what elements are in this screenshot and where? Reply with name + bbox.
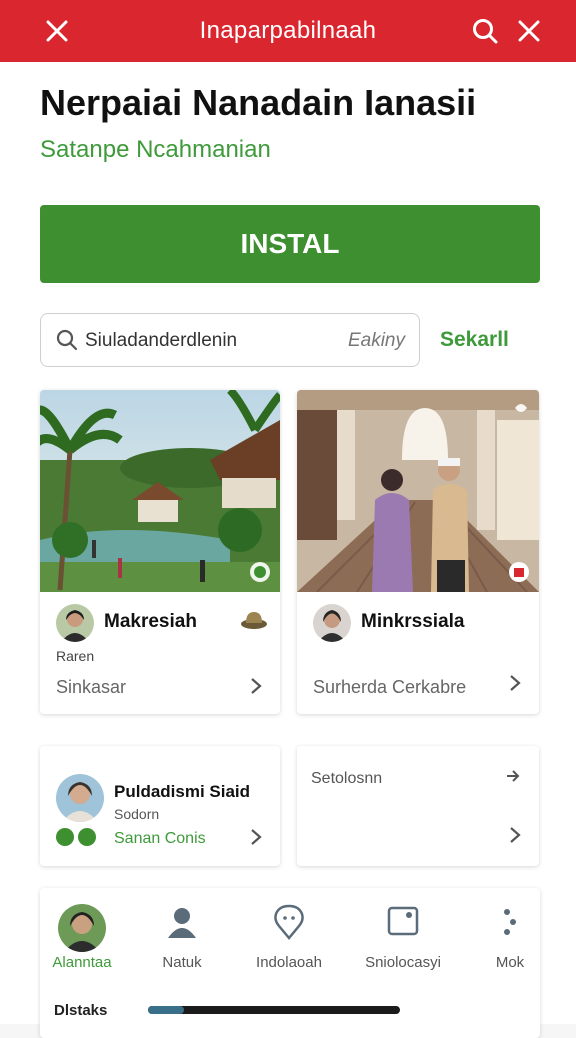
see-all-link[interactable]: Sekarll xyxy=(440,328,509,352)
profile-subtitle: Sodorn xyxy=(114,806,160,822)
avatar xyxy=(56,774,104,822)
avatar-icon xyxy=(58,904,106,952)
search-value: Siuladanderdlenin xyxy=(85,330,238,351)
status-dot xyxy=(56,828,74,846)
search-input[interactable]: Siuladanderdlenin Eakiny xyxy=(40,313,420,367)
arrow-right-icon[interactable] xyxy=(505,768,521,784)
app-header: Inaparpabilnaah xyxy=(0,0,576,62)
app-title: Nerpaiai Nanadain Ianasii xyxy=(40,82,477,123)
install-button[interactable]: INSTAL xyxy=(40,205,540,283)
settings-label: Setolosnn xyxy=(311,770,383,787)
settings-card[interactable]: Setolosnn xyxy=(297,746,539,866)
avatar xyxy=(313,604,351,642)
chevron-right-icon[interactable] xyxy=(250,677,262,695)
nav-label: Sniolocasyi xyxy=(365,954,441,971)
nav-label: Natuk xyxy=(162,954,202,971)
close-icon[interactable] xyxy=(514,16,544,46)
home-indicator-segment xyxy=(148,1006,184,1014)
camera-icon xyxy=(387,906,419,936)
footer-tab-label[interactable]: Dlstaks xyxy=(54,1002,107,1019)
card-footer-label: Surherda Cerkabre xyxy=(313,677,467,697)
more-icon xyxy=(504,909,516,935)
hat-icon xyxy=(241,612,267,629)
chevron-right-icon[interactable] xyxy=(509,674,521,692)
app-detail-page: Nerpaiai Nanadain Ianasii Satanpe Ncahma… xyxy=(0,62,576,1038)
app-subtitle[interactable]: Satanpe Ncahmanian xyxy=(40,136,271,164)
search-hint: Eakiny xyxy=(347,330,405,351)
search-icon xyxy=(56,329,78,351)
bottom-navigation: Alanntaa Natuk Indolaoah Sniolocasyi Mok… xyxy=(40,888,540,1038)
card-name: Minkrssiala xyxy=(361,611,465,632)
home-indicator[interactable] xyxy=(148,1006,400,1014)
profile-name: Puldadismi Siaid xyxy=(114,782,251,801)
profile-card[interactable]: Puldadismi Siaid Sodorn Sanan Conis xyxy=(40,746,280,866)
person-icon xyxy=(168,908,196,938)
search-icon[interactable] xyxy=(470,16,500,46)
card-meta: Raren xyxy=(56,648,95,664)
chevron-right-icon[interactable] xyxy=(250,828,262,846)
nav-label: Indolaoah xyxy=(256,954,322,971)
mosque-interior-photo xyxy=(297,390,539,592)
nav-label: Alanntaa xyxy=(52,954,112,971)
status-dot xyxy=(78,828,96,846)
card-name: Makresiah xyxy=(104,611,197,632)
listing-card[interactable]: Makresiah Raren Sinkasar xyxy=(40,390,280,714)
avatar xyxy=(56,604,94,642)
nav-label: Mok xyxy=(495,954,525,971)
chevron-right-icon[interactable] xyxy=(509,826,521,844)
listing-card[interactable]: Minkrssiala Surherda Cerkabre xyxy=(297,390,539,714)
card-footer-label: Sinkasar xyxy=(56,677,127,697)
location-icon xyxy=(274,904,304,940)
status-label: Sanan Conis xyxy=(114,830,206,847)
tropical-resort-photo xyxy=(40,390,280,592)
